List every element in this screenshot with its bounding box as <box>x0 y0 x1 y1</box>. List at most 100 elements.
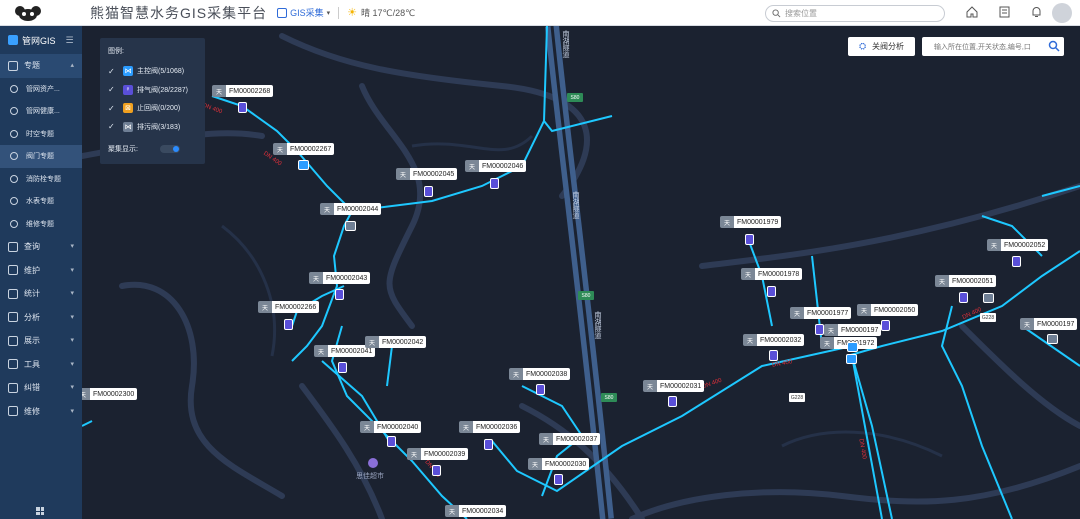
valve-id: FM00002044 <box>334 203 382 215</box>
sidebar-subitem-repair[interactable]: 维修专题 <box>0 213 82 236</box>
valve-label[interactable]: 天 FM0000197 <box>1020 318 1078 330</box>
sidebar-item-stats[interactable]: 统计 ▾ <box>0 282 82 306</box>
drain-valve-marker[interactable] <box>1047 334 1058 344</box>
check-icon[interactable]: ✓ <box>108 67 117 76</box>
check-icon[interactable]: ✓ <box>108 122 117 131</box>
valve-label[interactable]: 天 FM00002040 <box>360 421 422 433</box>
topic-icon <box>8 60 18 71</box>
valve-label[interactable]: 天 FM00002031 <box>643 380 705 392</box>
valve-label[interactable]: 天 FM00001977 <box>790 307 852 319</box>
chevron-up-icon: ▴ <box>70 62 74 69</box>
sidebar-subitem-meter[interactable]: 水表专题 <box>0 190 82 213</box>
drain-valve-marker[interactable] <box>983 293 994 303</box>
air-valve-marker[interactable] <box>881 320 890 331</box>
sidebar-subitem-spacetime[interactable]: 时空专题 <box>0 123 82 146</box>
bell-icon[interactable] <box>1029 5 1043 19</box>
air-valve-marker[interactable] <box>335 289 344 300</box>
valve-label[interactable]: 天 FM00002030 <box>528 458 590 470</box>
valve-label[interactable]: 天 FM00002300 <box>82 388 138 400</box>
legend-row-main-valve[interactable]: ✓ ⋈ 主控阀(5/1068) <box>108 62 197 81</box>
air-valve-marker[interactable] <box>490 178 499 189</box>
main-valve-marker[interactable] <box>846 354 857 364</box>
air-valve-marker[interactable] <box>238 102 247 113</box>
sidebar-item-label: 分析 <box>24 312 40 322</box>
sidebar-item-correction[interactable]: 纠错 ▾ <box>0 376 82 400</box>
sidebar-item-query[interactable]: 查询 ▾ <box>0 235 82 259</box>
valve-label[interactable]: 天 FM00002050 <box>857 304 919 316</box>
valve-label[interactable]: 天 FM00002268 <box>212 85 274 97</box>
air-valve-marker[interactable] <box>767 286 776 297</box>
main-valve-marker[interactable] <box>298 160 309 170</box>
valve-label[interactable]: 天 FM00001979 <box>720 216 782 228</box>
subitem-label: 维修专题 <box>26 220 54 228</box>
air-valve-marker[interactable] <box>387 436 396 447</box>
air-valve-marker[interactable] <box>1012 256 1021 267</box>
valve-label[interactable]: 天 FM0000197 <box>824 324 882 336</box>
sidebar-subitem-valve[interactable]: 阀门专题 <box>0 145 82 168</box>
sidebar-subitem-asset[interactable]: 管网资产... <box>0 78 82 101</box>
grid-icon[interactable] <box>36 507 44 515</box>
sidebar-item-tools[interactable]: 工具 ▾ <box>0 353 82 377</box>
air-valve-marker[interactable] <box>536 384 545 395</box>
map-canvas[interactable]: DN 400 DN 400 DN 400 DN 400 DN 400 DN 40… <box>82 26 1080 519</box>
air-valve-marker[interactable] <box>769 350 778 361</box>
main-valve-marker[interactable] <box>847 342 858 352</box>
valve-label[interactable]: 天 FM00002032 <box>743 334 805 346</box>
sidebar-item-analysis[interactable]: 分析 ▾ <box>0 306 82 330</box>
legend-row-drain-valve[interactable]: ✓ ⋈ 排污阀(3/183) <box>108 118 197 137</box>
air-valve-marker[interactable] <box>284 319 293 330</box>
drain-valve-marker[interactable] <box>345 221 356 231</box>
sidebar-subitem-hydrant[interactable]: 消防栓专题 <box>0 168 82 191</box>
location-search-input[interactable]: 搜索位置 <box>765 5 945 22</box>
sidebar-item-label: 展示 <box>24 336 40 346</box>
sidebar-subitem-health[interactable]: 管网健康... <box>0 100 82 123</box>
valve-id: FM0000197 <box>838 324 882 336</box>
air-valve-marker[interactable] <box>338 362 347 373</box>
sidebar-item-repair[interactable]: 维修 ▾ <box>0 400 82 424</box>
valve-label[interactable]: 天 FM00002038 <box>509 368 571 380</box>
document-icon[interactable] <box>997 5 1011 19</box>
mode-selector[interactable]: GIS采集 ▾ <box>277 6 330 19</box>
valve-label[interactable]: 天 FM00002045 <box>396 168 458 180</box>
sidebar-item-maintain[interactable]: 维护 ▾ <box>0 259 82 283</box>
valve-label[interactable]: 天 FM00002051 <box>935 275 997 287</box>
air-valve-marker[interactable] <box>484 439 493 450</box>
valve-label[interactable]: 天 FM00001978 <box>741 268 803 280</box>
valve-label[interactable]: 天 FM00002052 <box>987 239 1049 251</box>
air-valve-marker[interactable] <box>424 186 433 197</box>
cluster-toggle[interactable] <box>159 145 180 153</box>
valve-label[interactable]: 天 FM00002046 <box>465 160 527 172</box>
valve-analysis-button[interactable]: ⛭ 关阀分析 <box>848 37 915 56</box>
air-valve-marker[interactable] <box>668 396 677 407</box>
avatar[interactable] <box>1052 3 1072 23</box>
valve-label[interactable]: 天 FM00002043 <box>309 272 371 284</box>
valve-label[interactable]: 天 FM00002042 <box>365 336 427 348</box>
valve-label[interactable]: 天 FM00002267 <box>273 143 335 155</box>
valve-label[interactable]: 天 FM00002044 <box>320 203 382 215</box>
map-search-input[interactable]: 输入所在位置,开关状态,编号,口 <box>922 37 1064 56</box>
valve-label[interactable]: 天 FM00002039 <box>407 448 469 460</box>
chevron-down-icon: ▾ <box>70 313 74 321</box>
check-icon[interactable]: ✓ <box>108 85 117 94</box>
legend-row-check-valve[interactable]: ✓ ⊠ 止回阀(0/200) <box>108 99 197 118</box>
collapse-menu-icon[interactable]: ☰ <box>66 35 74 46</box>
search-icon[interactable] <box>1048 40 1060 52</box>
valve-tag: 天 <box>643 380 657 392</box>
search-icon <box>772 9 781 18</box>
check-icon[interactable]: ✓ <box>108 104 117 113</box>
air-valve-marker[interactable] <box>554 474 563 485</box>
air-valve-marker[interactable] <box>745 234 754 245</box>
legend-label: 排污阀(3/183) <box>137 123 181 131</box>
sidebar-item-display[interactable]: 展示 ▾ <box>0 329 82 353</box>
legend-label: 排气阀(28/2287) <box>137 86 188 94</box>
valve-label[interactable]: 天 FM00002266 <box>258 301 320 313</box>
legend-row-air-valve[interactable]: ✓ ♀ 排气阀(28/2287) <box>108 81 197 100</box>
air-valve-marker[interactable] <box>432 465 441 476</box>
sidebar-item-topics[interactable]: 专题 ▴ <box>0 54 82 78</box>
valve-label[interactable]: 天 FM00002036 <box>459 421 521 433</box>
valve-label[interactable]: 天 FM00002037 <box>539 433 601 445</box>
home-icon[interactable] <box>965 5 979 19</box>
air-valve-marker[interactable] <box>815 324 824 335</box>
air-valve-marker[interactable] <box>959 292 968 303</box>
valve-label[interactable]: 天 FM00002034 <box>445 505 507 517</box>
